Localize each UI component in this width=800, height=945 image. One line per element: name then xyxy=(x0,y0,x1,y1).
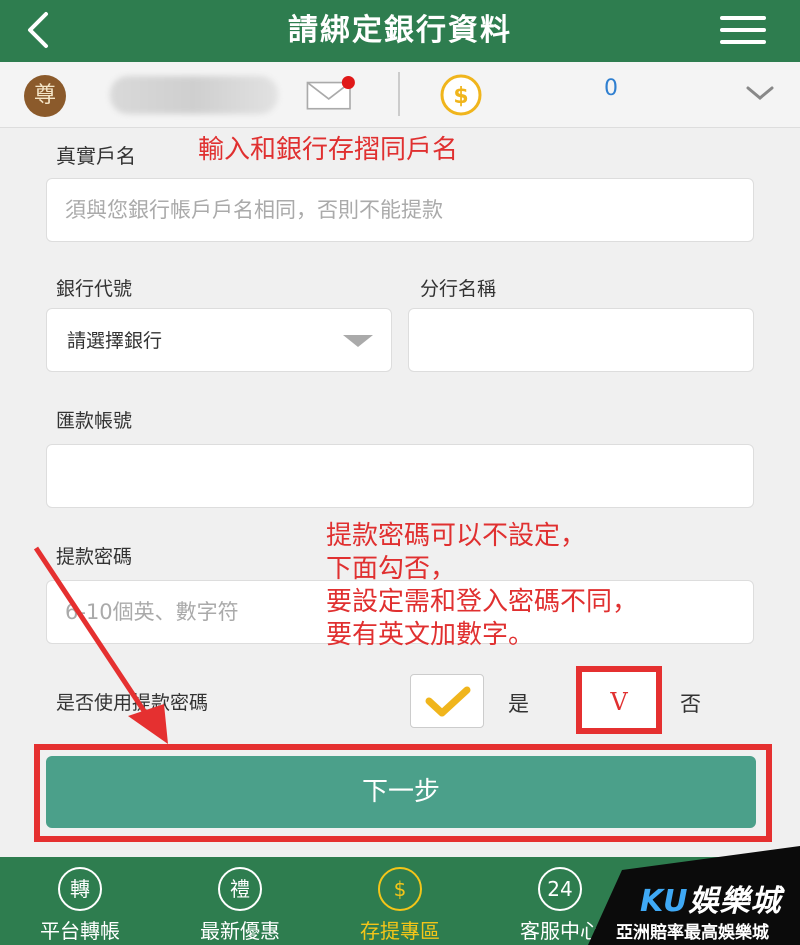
chevron-down-icon[interactable] xyxy=(744,80,776,104)
checkmark-icon xyxy=(425,686,471,717)
gift-icon: 禮 xyxy=(218,867,262,911)
dropdown-triangle-icon xyxy=(343,335,373,347)
real-name-input[interactable] xyxy=(47,179,753,241)
yes-label: 是 xyxy=(508,692,529,716)
ku-promo-banner: KU娛樂城 亞洲賠率最高娛樂城 xyxy=(588,846,800,945)
branch-field[interactable] xyxy=(408,308,754,372)
top-bar: 請綁定銀行資料 xyxy=(0,0,800,62)
nav-item-deposit-withdraw[interactable]: $ 存提專區 xyxy=(320,857,480,945)
hamburger-menu-icon[interactable] xyxy=(720,16,766,46)
mail-icon[interactable] xyxy=(302,76,362,112)
name-annotation: 輸入和銀行存摺同戶名 xyxy=(198,135,459,165)
branch-label: 分行名稱 xyxy=(420,278,497,300)
nav-item-promotions[interactable]: 禮 最新優惠 xyxy=(160,857,320,945)
no-label: 否 xyxy=(680,692,701,716)
user-bar: 尊 $ 0 xyxy=(0,62,800,128)
promo-brand: KU娛樂城 xyxy=(640,884,782,919)
branch-input[interactable] xyxy=(409,309,753,371)
nav-item-transfer[interactable]: 轉 平台轉帳 xyxy=(0,857,160,945)
no-mark: V xyxy=(610,688,628,716)
vip-badge: 尊 xyxy=(24,75,66,117)
page-title: 請綁定銀行資料 xyxy=(288,13,512,48)
account-label: 匯款帳號 xyxy=(56,410,133,432)
real-name-label: 真實戶名 xyxy=(56,144,136,168)
next-step-button[interactable]: 下一步 xyxy=(46,756,756,828)
bank-select-value: 請選擇銀行 xyxy=(67,330,163,352)
transfer-icon: 轉 xyxy=(58,867,102,911)
blurred-username xyxy=(110,76,278,114)
divider xyxy=(398,72,400,116)
support-24-icon: 24 xyxy=(538,867,582,911)
account-field[interactable] xyxy=(46,444,754,508)
bank-select[interactable]: 請選擇銀行 xyxy=(46,308,392,372)
no-checkbox[interactable]: V xyxy=(576,666,662,734)
account-input[interactable] xyxy=(47,445,753,507)
use-password-label: 是否使用提款密碼 xyxy=(56,692,209,714)
svg-text:$: $ xyxy=(453,84,468,109)
password-annotation: 提款密碼可以不設定， 下面勾否， 要設定需和登入密碼不同， 要有英文加數字。 xyxy=(326,521,639,650)
password-label: 提款密碼 xyxy=(56,546,133,568)
dollar-icon: $ xyxy=(378,867,422,911)
bank-code-label: 銀行代號 xyxy=(56,278,133,300)
balance-value: 0 xyxy=(604,76,618,101)
coin-icon[interactable]: $ xyxy=(432,74,490,116)
promo-tagline: 亞洲賠率最高娛樂城 xyxy=(616,923,769,943)
real-name-field[interactable] xyxy=(46,178,754,242)
yes-checkbox[interactable] xyxy=(410,674,484,728)
